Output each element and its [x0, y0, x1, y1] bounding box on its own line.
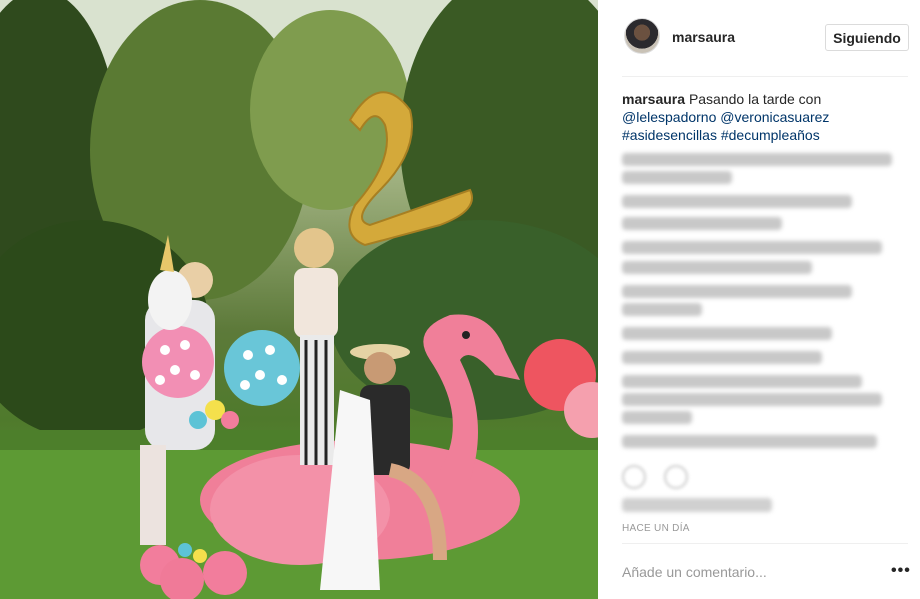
blurred-comment — [622, 411, 692, 424]
hashtag-link[interactable]: #decumpleaños — [721, 127, 820, 143]
caption-text: Pasando la tarde con — [688, 91, 822, 107]
mention-link[interactable]: @veronicasuarez — [720, 109, 829, 125]
blurred-comment — [622, 241, 882, 254]
blurred-comment — [622, 171, 732, 184]
view-count — [622, 498, 772, 512]
hashtag-link[interactable]: #asidesencillas — [622, 127, 717, 143]
blurred-comment — [622, 261, 812, 274]
blurred-comment — [622, 351, 822, 364]
caption-username[interactable]: marsaura — [622, 91, 685, 107]
blurred-comment — [622, 153, 892, 166]
blurred-comment — [622, 217, 782, 230]
blurred-comment — [622, 435, 877, 448]
header-divider — [622, 76, 908, 77]
post-caption: marsaura Pasando la tarde con @lelespado… — [622, 90, 912, 144]
photo-illustration — [0, 0, 598, 599]
blurred-comment — [622, 303, 702, 316]
avatar[interactable] — [624, 18, 660, 54]
blurred-comment — [622, 327, 832, 340]
blurred-comment — [622, 393, 882, 406]
following-button[interactable]: Siguiendo — [825, 24, 909, 51]
blurred-comment — [622, 375, 862, 388]
comment-divider — [622, 543, 908, 544]
more-icon[interactable]: ••• — [891, 562, 911, 580]
blurred-comment — [622, 195, 852, 208]
comment-icon[interactable] — [664, 465, 688, 489]
comment-input[interactable] — [622, 560, 872, 584]
post-photo[interactable] — [0, 0, 598, 599]
username[interactable]: marsaura — [672, 29, 735, 45]
post-timestamp[interactable]: HACE UN DÍA — [622, 523, 690, 534]
post-sidebar: marsaura Siguiendo marsaura Pasando la t… — [598, 0, 920, 599]
comment-list — [618, 145, 908, 455]
mention-link[interactable]: @lelespadorno — [622, 109, 716, 125]
heart-icon[interactable] — [622, 465, 646, 489]
post-header: marsaura Siguiendo — [598, 0, 920, 76]
blurred-comment — [622, 285, 852, 298]
